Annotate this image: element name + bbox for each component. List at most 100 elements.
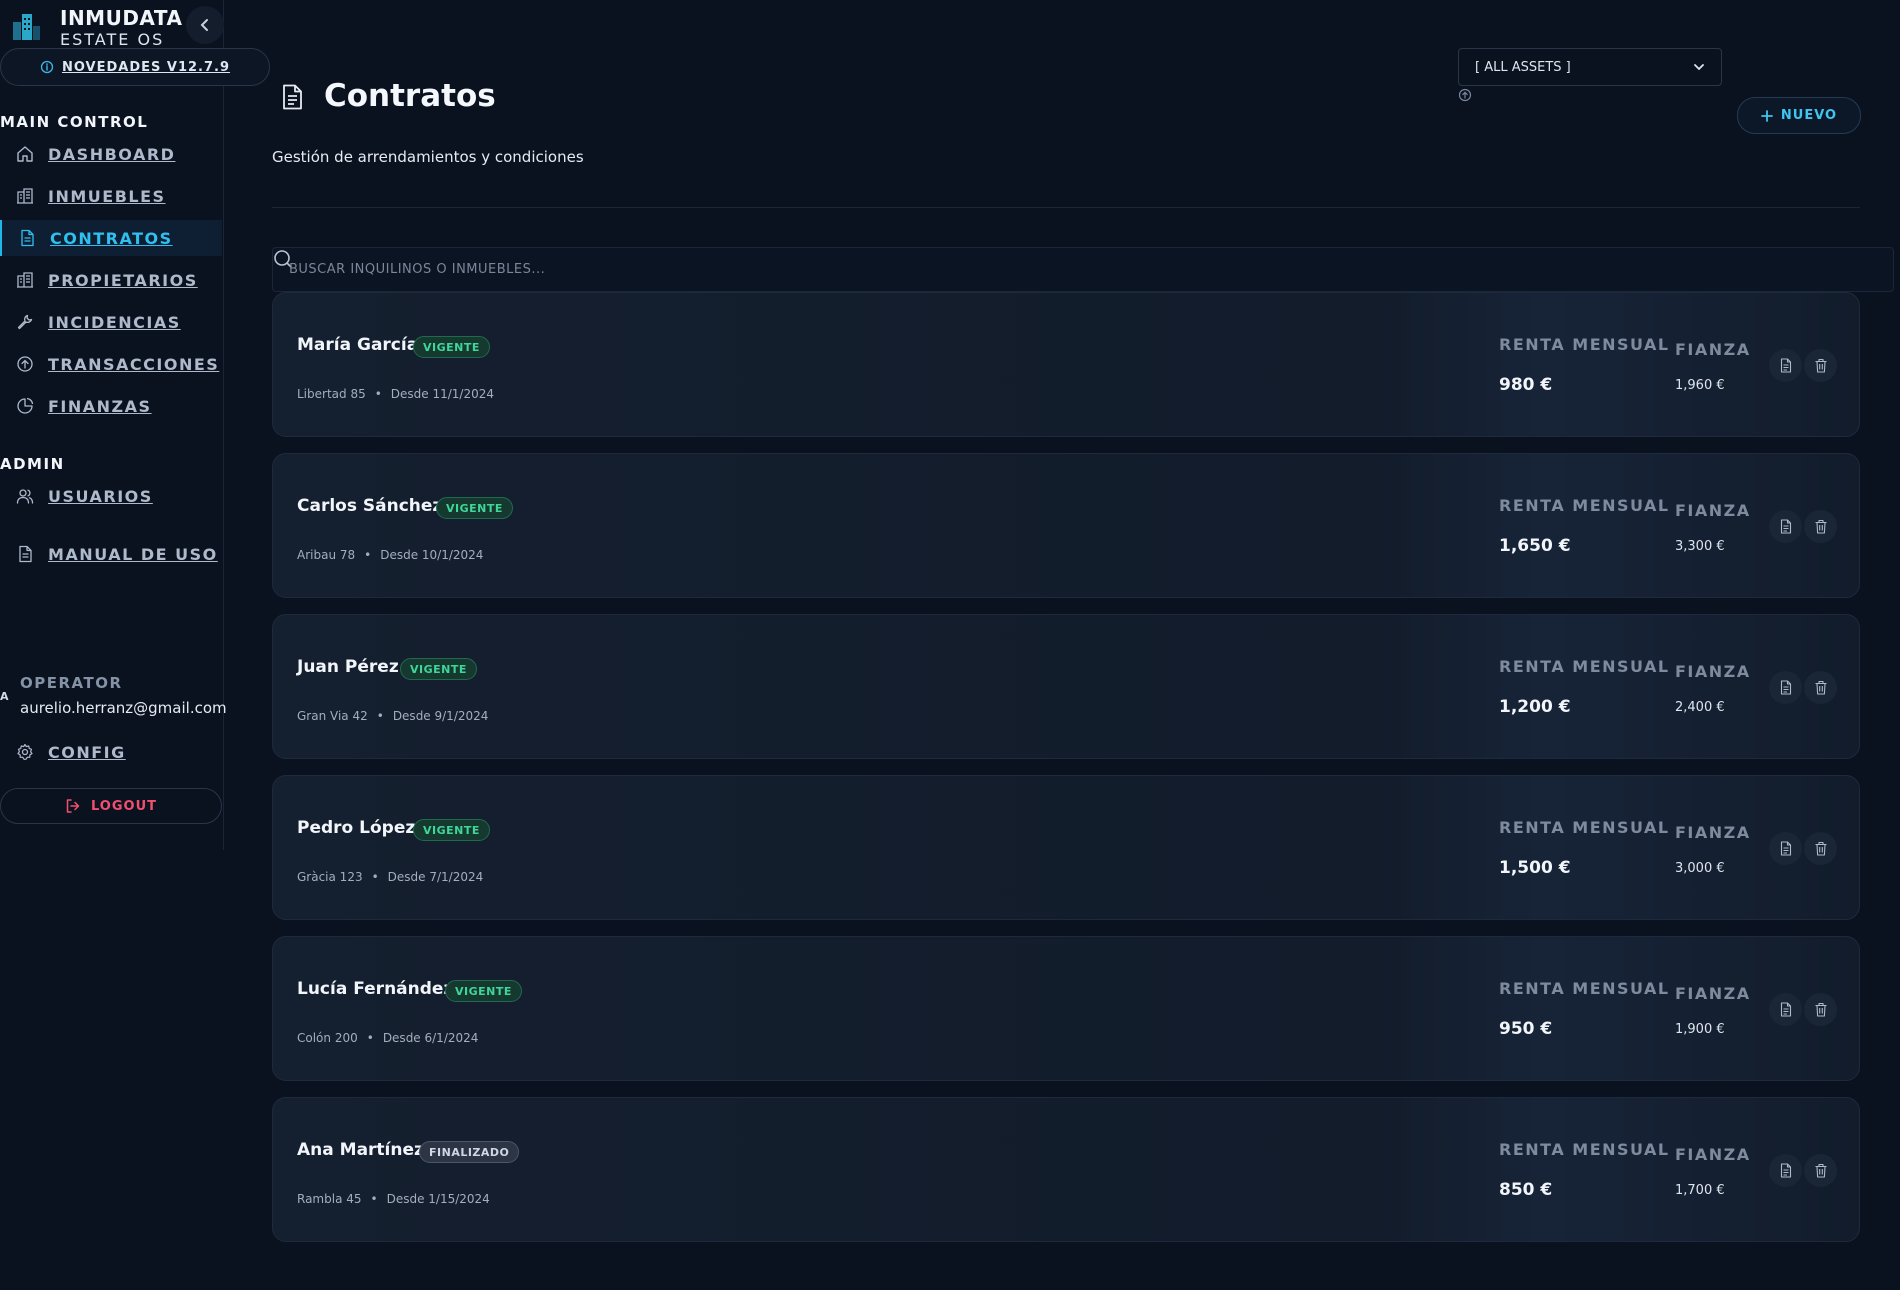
building-logo-icon [13,14,40,40]
contract-meta: Colón 200 • Desde 6/1/2024 [297,1031,478,1045]
sidebar-item-contratos[interactable]: CONTRATOS [0,220,222,256]
view-document-button[interactable] [1769,510,1802,543]
arrow-up-circle-icon [1458,88,1472,102]
contract-start: Desde 11/1/2024 [390,387,495,401]
contract-start: Desde 10/1/2024 [380,548,484,562]
sidebar-item-finanzas[interactable]: FINANZAS [0,388,222,424]
view-document-button[interactable] [1769,1154,1802,1187]
separator-dot: • [371,870,379,884]
new-contract-button[interactable]: NUEVO [1737,97,1861,134]
contract-meta: Gran Via 42 • Desde 9/1/2024 [297,709,488,723]
property-address: Colón 200 [297,1031,358,1045]
delete-button[interactable] [1804,510,1837,543]
contract-card[interactable]: Juan Pérez VIGENTE Gran Via 42 • Desde 9/1/2… [272,614,1860,759]
home-icon [17,146,33,162]
contract-start: Desde 6/1/2024 [382,1031,479,1045]
document-icon [1780,1002,1791,1017]
delete-button[interactable] [1804,1154,1837,1187]
building-icon [17,272,33,288]
property-address: Libertad 85 [297,387,366,401]
sidebar-item-label: CONFIG [48,742,126,762]
main-content: Contratos Gestión de arrendamientos y co… [272,0,1900,1290]
new-contract-label: NUEVO [1780,108,1838,123]
tenant-name: Juan Pérez [297,657,399,677]
header-divider [272,207,1860,208]
admin-label: ADMIN [0,455,65,473]
contract-card[interactable]: María García VIGENTE Libertad 85 • Desde 11/… [272,292,1860,437]
delete-button[interactable] [1804,993,1837,1026]
separator-dot: • [374,387,382,401]
tenant-name: Ana Martínez [297,1140,424,1160]
view-document-button[interactable] [1769,671,1802,704]
delete-button[interactable] [1804,671,1837,704]
tenant-name: María García [297,335,419,355]
contract-meta: Libertad 85 • Desde 11/1/2024 [297,387,494,401]
document-icon [1780,841,1791,856]
trash-icon [1815,358,1826,373]
rent-label: RENTA MENSUAL [1499,335,1670,354]
deposit-label: FIANZA [1675,501,1751,520]
rent-label: RENTA MENSUAL [1499,496,1670,515]
contract-card[interactable]: Lucía Fernández VIGENTE Colón 200 • Desde 6/… [272,936,1860,1081]
tenant-name: Carlos Sánchez [297,496,443,516]
contract-card[interactable]: Ana Martínez FINALIZADO Rambla 45 • Desde 1/… [272,1097,1860,1242]
news-label: NOVEDADES V12.7.9 [61,59,231,75]
delete-button[interactable] [1804,832,1837,865]
asset-filter-select[interactable]: [ ALL ASSETS ] [1458,48,1722,86]
arrow-up-circle-icon [17,356,33,372]
logout-icon [66,799,80,813]
status-badge: VIGENTE [436,497,513,519]
status-badge: FINALIZADO [419,1141,520,1163]
deposit-value: 3,000 € [1675,861,1725,876]
collapse-sidebar-button[interactable] [186,6,224,44]
sidebar-item-propietarios[interactable]: PROPIETARIOS [0,262,222,298]
view-document-button[interactable] [1769,993,1802,1026]
sidebar-item-label: INCIDENCIAS [48,312,181,332]
rent-value: 1,500 € [1499,858,1571,878]
delete-button[interactable] [1804,349,1837,382]
trash-icon [1815,519,1826,534]
tenant-name: Pedro López [297,818,416,838]
rent-label: RENTA MENSUAL [1499,818,1670,837]
sidebar-item-label: MANUAL DE USO [48,544,218,564]
sidebar-item-usuarios[interactable]: USUARIOS [0,478,222,514]
sidebar-item-transacciones[interactable]: TRANSACCIONES [0,346,222,382]
document-icon [1780,358,1791,373]
deposit-label: FIANZA [1675,984,1751,1003]
sidebar-item-label: DASHBOARD [48,144,176,164]
sidebar-item-label: CONTRATOS [50,228,173,248]
contract-card[interactable]: Pedro López VIGENTE Gràcia 123 • Desde 7/1/2… [272,775,1860,920]
separator-dot: • [364,548,372,562]
document-icon [1780,1163,1791,1178]
contract-meta: Gràcia 123 • Desde 7/1/2024 [297,870,483,884]
view-document-button[interactable] [1769,349,1802,382]
search-input[interactable] [289,248,1869,291]
contract-meta: Aribau 78 • Desde 10/1/2024 [297,548,483,562]
deposit-label: FIANZA [1675,662,1751,681]
sidebar-item-dashboard[interactable]: DASHBOARD [0,136,222,172]
sidebar-item-inmuebles[interactable]: INMUEBLES [0,178,222,214]
logout-button[interactable]: LOGOUT [0,788,222,824]
sidebar-item-label: FINANZAS [48,396,152,416]
deposit-value: 1,900 € [1675,1022,1725,1037]
sidebar-item-label: USUARIOS [48,486,153,506]
deposit-label: FIANZA [1675,340,1751,359]
contract-start: Desde 7/1/2024 [387,870,484,884]
sidebar-item-config[interactable]: CONFIG [0,734,222,770]
deposit-label: FIANZA [1675,1145,1751,1164]
separator-dot: • [370,1192,378,1206]
news-button[interactable]: NOVEDADES V12.7.9 [0,48,270,86]
view-document-button[interactable] [1769,832,1802,865]
sidebar-item-incidencias[interactable]: INCIDENCIAS [0,304,222,340]
contract-card[interactable]: Carlos Sánchez VIGENTE Aribau 78 • Desde 10/… [272,453,1860,598]
document-icon [283,84,302,110]
operator-email: aurelio.herranz@gmail.com [20,699,227,717]
rent-value: 850 € [1499,1180,1553,1200]
sidebar-item-manual[interactable]: MANUAL DE USO [0,536,222,572]
rent-label: RENTA MENSUAL [1499,1140,1670,1159]
status-badge: VIGENTE [445,980,522,1002]
rent-label: RENTA MENSUAL [1499,979,1670,998]
rent-value: 1,650 € [1499,536,1571,556]
deposit-value: 3,300 € [1675,539,1725,554]
trash-icon [1815,1163,1826,1178]
